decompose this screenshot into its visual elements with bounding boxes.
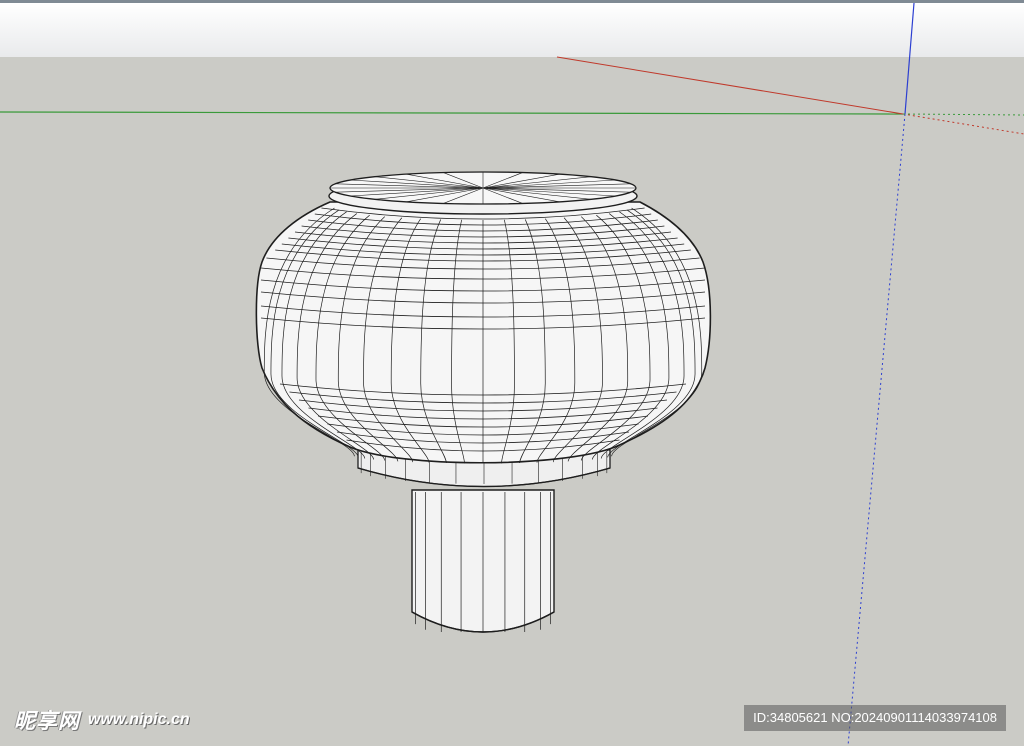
blue-axis — [904, 2, 915, 115]
model-viewport[interactable] — [0, 0, 1024, 746]
knob-body — [255, 201, 712, 464]
green-axis — [0, 111, 904, 115]
watermark: 昵享网 www.nipic.cn — [14, 705, 190, 735]
blue-axis-negative — [847, 113, 906, 746]
image-id-badge: ID:34805621 NO:20240901114033974108 — [744, 705, 1006, 731]
green-axis-negative — [902, 113, 1024, 116]
knob-top-disk — [328, 171, 638, 215]
watermark-url: www.nipic.cn — [88, 711, 190, 728]
knob-stem — [411, 489, 555, 633]
wireframe-knob[interactable] — [255, 171, 712, 633]
watermark-logo: 昵享网 — [14, 709, 80, 733]
red-axis — [556, 56, 904, 115]
red-axis-negative — [902, 113, 1024, 135]
